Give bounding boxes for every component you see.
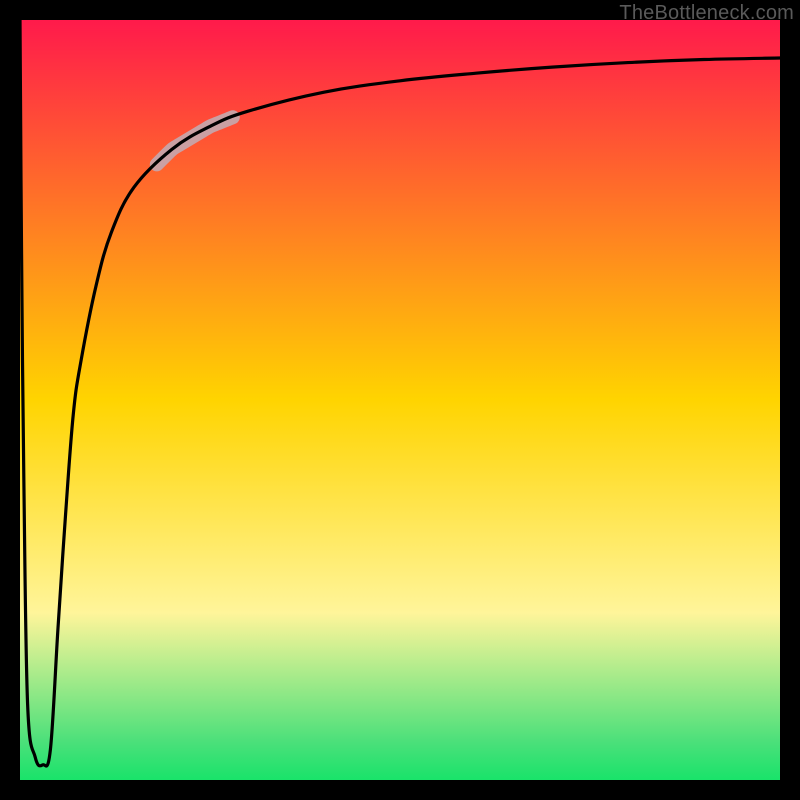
chart-svg [20, 20, 780, 780]
plot-area [20, 20, 780, 780]
chart-frame: TheBottleneck.com [0, 0, 800, 800]
gradient-background [20, 20, 780, 780]
